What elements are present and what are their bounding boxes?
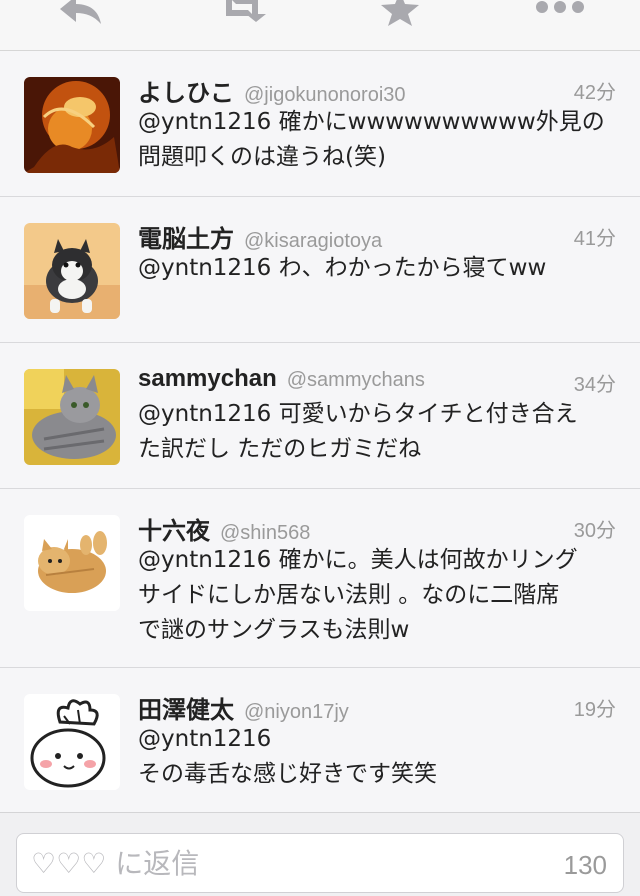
tweet-text-line: で謎のサングラスも法則w (138, 617, 410, 643)
reply-placeholder: ♡♡♡ に返信 (31, 847, 200, 880)
reply-bar: ♡♡♡ に返信 130 (0, 812, 640, 896)
retweet-icon[interactable] (214, 0, 270, 24)
tweet-item[interactable]: sammychan @sammychans 34分 @yntn1216 可愛いから… (0, 343, 640, 489)
user-name: よしひこ (138, 80, 234, 107)
tweet-text-line: @yntn1216 (138, 726, 272, 752)
character-count: 130 (563, 850, 607, 880)
display-name[interactable]: sammychan @sammychans (138, 365, 425, 393)
avatar[interactable] (24, 515, 120, 611)
tweet-text: @yntn1216 わ、わかったから寝てww (138, 251, 618, 286)
avatar[interactable] (24, 369, 120, 465)
favorite-icon[interactable] (380, 0, 420, 26)
tweet-text: @yntn1216 可愛いからタイチと付き合え た訳だし ただのヒガミだね (138, 397, 618, 467)
action-toolbar (0, 0, 640, 51)
tweet-item[interactable]: よしひこ @jigokunonoroi30 42分 @yntn1216 確かにww… (0, 51, 640, 197)
user-name: 十六夜 (138, 518, 210, 545)
display-name[interactable]: 田澤健太 @niyon17jy (138, 690, 349, 725)
display-name[interactable]: よしひこ @jigokunonoroi30 (138, 73, 406, 108)
user-name: sammychan (138, 365, 277, 392)
user-handle: @sammychans (286, 369, 425, 391)
user-name: 田澤健太 (138, 697, 234, 724)
timestamp: 42分 (573, 82, 616, 104)
tweet-text-line: @yntn1216 確かにwwwwwwwwww外見の (138, 109, 605, 135)
timestamp: 41分 (573, 228, 616, 250)
user-handle: @niyon17jy (244, 701, 349, 723)
tweet-text-line: サイドにしか居ない法則 。なのに二階席 (138, 582, 560, 608)
reply-input[interactable]: ♡♡♡ に返信 130 (16, 833, 624, 893)
tweet-text-line: その毒舌な感じ好きです笑笑 (138, 761, 437, 787)
tweet-text: @yntn1216 その毒舌な感じ好きです笑笑 (138, 722, 618, 792)
user-handle: @kisaragiotoya (244, 230, 383, 252)
tweet-text-line: た訳だし ただのヒガミだね (138, 436, 422, 462)
tweet-text-line: @yntn1216 確かに。美人は何故かリング (138, 547, 578, 573)
tweet-text-line: @yntn1216 わ、わかったから寝てww (138, 255, 547, 281)
avatar[interactable] (24, 77, 120, 173)
timestamp: 30分 (573, 520, 616, 542)
display-name[interactable]: 電脳土方 @kisaragiotoya (138, 219, 382, 254)
user-handle: @shin568 (220, 522, 311, 544)
user-name: 電脳土方 (138, 226, 234, 253)
user-handle: @jigokunonoroi30 (244, 84, 406, 106)
avatar[interactable] (24, 694, 120, 790)
timestamp: 19分 (573, 699, 616, 721)
tweet-item[interactable]: 電脳土方 @kisaragiotoya 41分 @yntn1216 わ、わかったか… (0, 197, 640, 343)
tweet-item[interactable]: 田澤健太 @niyon17jy 19分 @yntn1216 その毒舌な感じ好きです… (0, 668, 640, 813)
more-icon[interactable] (535, 0, 585, 18)
display-name[interactable]: 十六夜 @shin568 (138, 511, 310, 546)
timestamp: 34分 (573, 374, 616, 396)
tweet-item[interactable]: 十六夜 @shin568 30分 @yntn1216 確かに。美人は何故かリング … (0, 489, 640, 668)
avatar[interactable] (24, 223, 120, 319)
tweet-text-line: 問題叩くのは違うね(笑) (138, 144, 386, 170)
tweet-text: @yntn1216 確かにwwwwwwwwww外見の 問題叩くのは違うね(笑) (138, 105, 618, 175)
tweet-text-line: @yntn1216 可愛いからタイチと付き合え (138, 401, 578, 427)
reply-icon[interactable] (58, 0, 104, 28)
tweet-text: @yntn1216 確かに。美人は何故かリング サイドにしか居ない法則 。なのに… (138, 543, 618, 648)
